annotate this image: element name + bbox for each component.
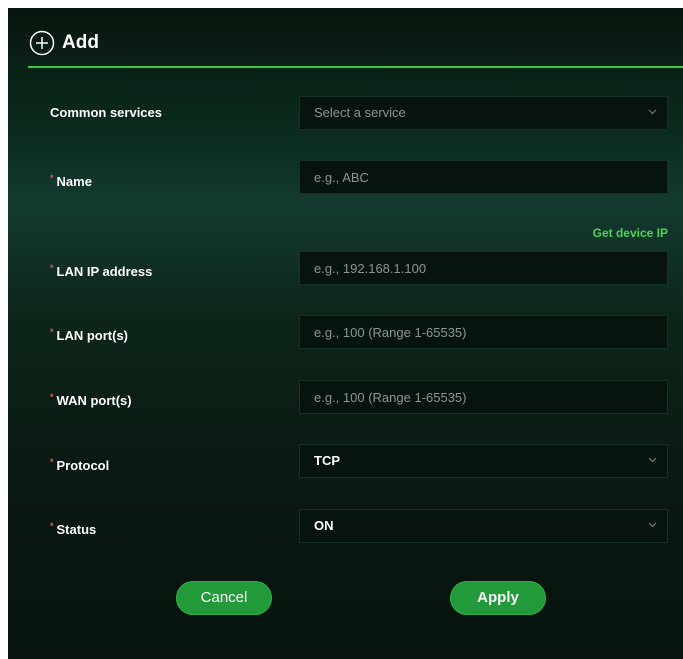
lan-ports-label-text: LAN port(s) xyxy=(56,328,129,343)
chevron-down-icon xyxy=(648,109,657,115)
wan-ports-label: * WAN port(s) xyxy=(50,388,132,410)
protocol-select[interactable]: TCP xyxy=(299,444,668,478)
lan-ip-label-text: LAN IP address xyxy=(56,264,153,279)
protocol-label: * Protocol xyxy=(50,453,109,475)
dialog-title: Add xyxy=(62,32,99,53)
required-mark: * xyxy=(50,263,54,273)
cancel-button[interactable]: Cancel xyxy=(176,581,272,615)
common-services-select[interactable]: Select a service xyxy=(299,96,668,130)
lan-ports-field[interactable] xyxy=(299,315,668,349)
status-label: * Status xyxy=(50,517,96,539)
chevron-down-icon xyxy=(648,457,657,463)
plus-circle-icon[interactable] xyxy=(29,30,55,56)
lan-ip-label: * LAN IP address xyxy=(50,259,152,281)
lan-ports-label: * LAN port(s) xyxy=(50,323,128,345)
status-value: ON xyxy=(314,518,334,533)
apply-button[interactable]: Apply xyxy=(450,581,546,615)
protocol-label-text: Protocol xyxy=(56,458,110,473)
lan-ip-field[interactable] xyxy=(299,251,668,285)
common-services-label: Common services xyxy=(50,104,162,122)
lan-ip-input[interactable] xyxy=(300,252,667,284)
wan-ports-field[interactable] xyxy=(299,380,668,414)
get-device-ip-link[interactable]: Get device IP xyxy=(593,226,668,240)
lan-ports-input[interactable] xyxy=(300,316,667,348)
required-mark: * xyxy=(50,457,54,467)
wan-ports-input[interactable] xyxy=(300,381,667,413)
required-mark: * xyxy=(50,327,54,337)
wan-ports-label-text: WAN port(s) xyxy=(56,393,132,408)
name-field[interactable] xyxy=(299,160,668,194)
name-label: * Name xyxy=(50,169,92,191)
required-mark: * xyxy=(50,392,54,402)
required-mark: * xyxy=(50,173,54,183)
dialog-header: Add xyxy=(8,8,683,68)
required-mark: * xyxy=(50,521,54,531)
protocol-value: TCP xyxy=(314,453,340,468)
common-services-label-text: Common services xyxy=(50,105,162,120)
add-dialog: Add Common services Select a service * Na… xyxy=(8,8,683,659)
status-label-text: Status xyxy=(56,522,97,537)
common-services-placeholder: Select a service xyxy=(314,105,406,120)
header-divider xyxy=(28,66,683,68)
chevron-down-icon xyxy=(648,522,657,528)
name-input[interactable] xyxy=(300,161,667,193)
name-label-text: Name xyxy=(56,174,92,189)
status-select[interactable]: ON xyxy=(299,509,668,543)
